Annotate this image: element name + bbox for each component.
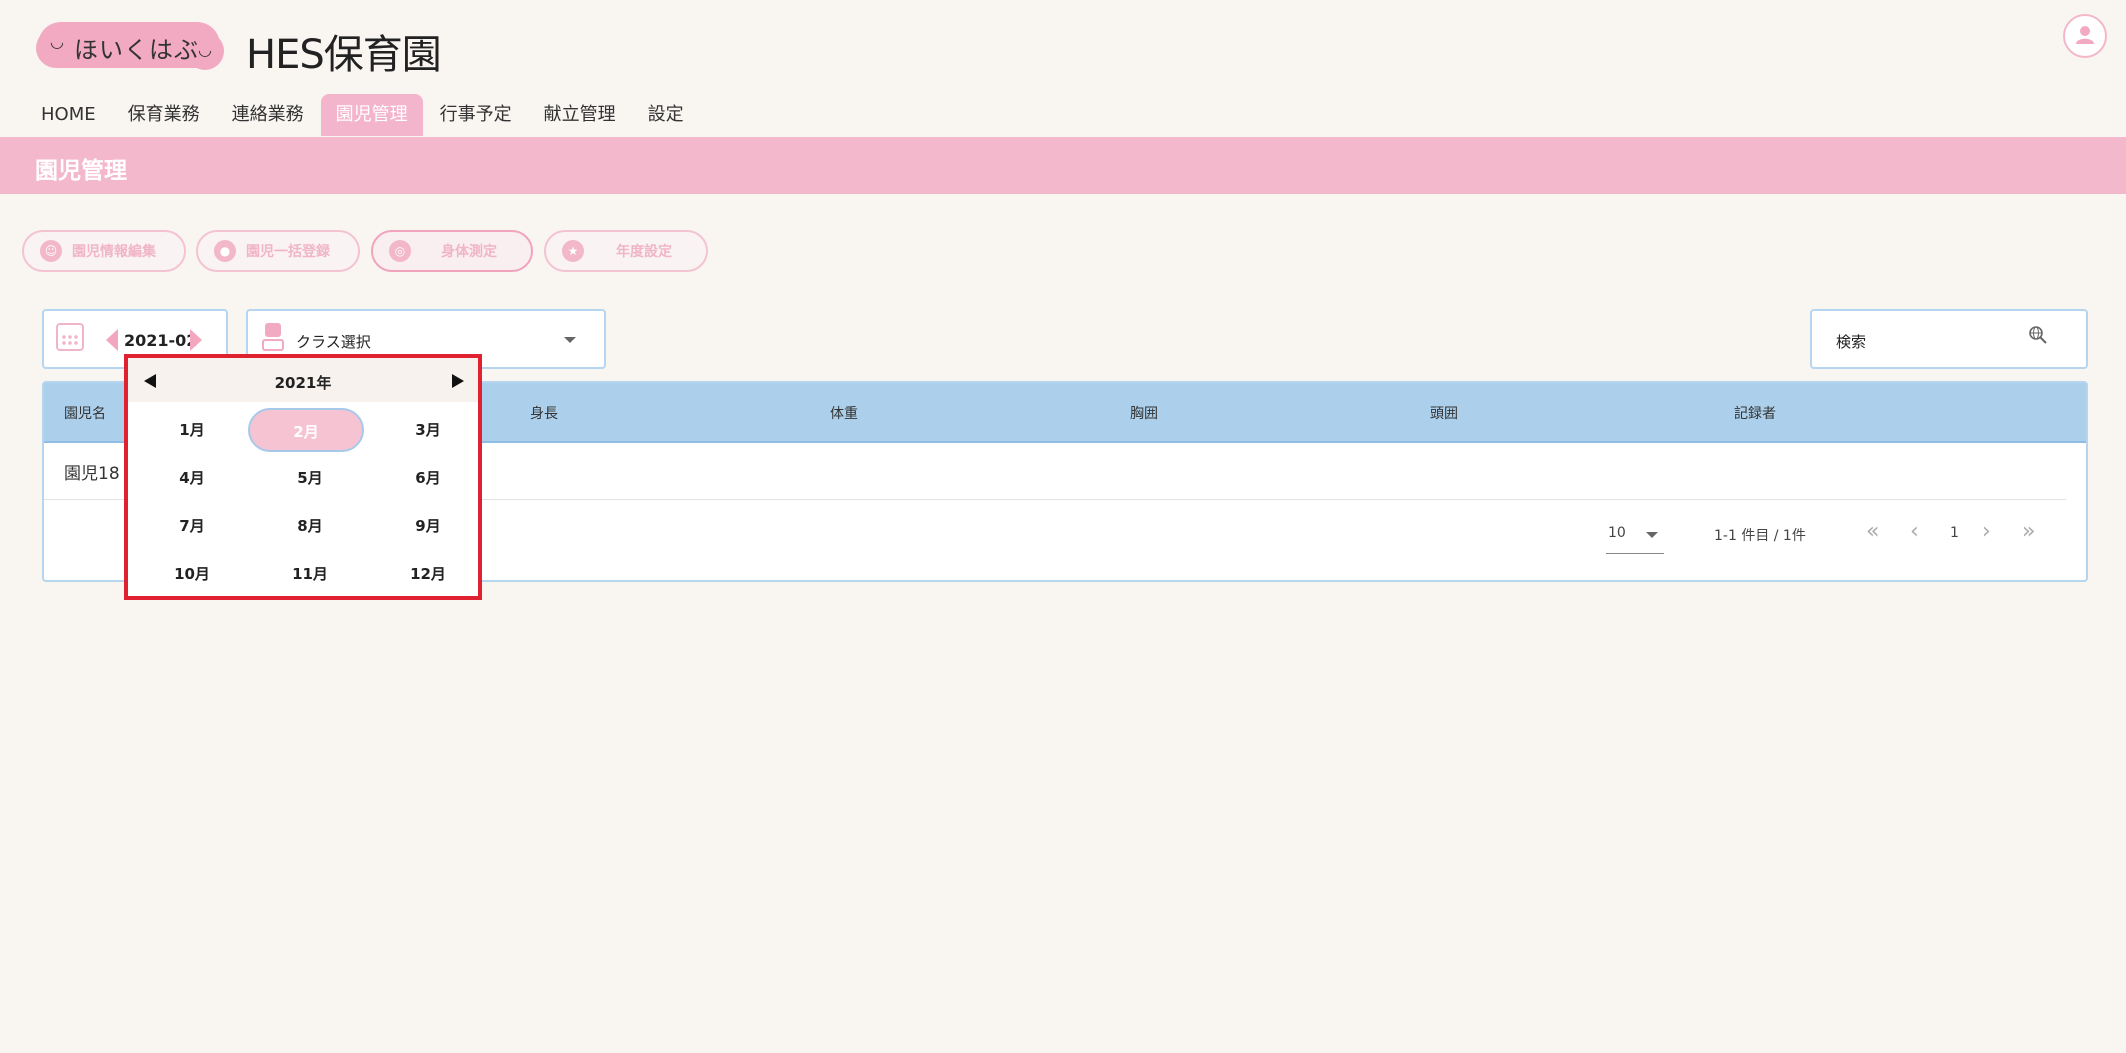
edit-child-info-button[interactable]: ☺ 園児情報編集 bbox=[22, 230, 186, 272]
group-icon: ● bbox=[214, 240, 236, 262]
next-month-arrow-icon[interactable] bbox=[190, 329, 202, 351]
fiscal-year-setting-button[interactable]: ★ 年度設定 bbox=[544, 230, 708, 272]
month-option[interactable]: 3月 bbox=[370, 408, 486, 452]
month-value: 2021-02 bbox=[124, 331, 198, 350]
month-option[interactable]: 11月 bbox=[252, 552, 368, 596]
site-title: HES保育園 bbox=[246, 32, 442, 78]
last-page-icon[interactable]: » bbox=[2022, 519, 2035, 544]
logo-text: ほいくはぶ bbox=[74, 36, 199, 64]
main-nav: HOME 保育業務 連絡業務 園児管理 行事予定 献立管理 設定 bbox=[26, 94, 701, 136]
search-input[interactable]: 検索 bbox=[1836, 331, 1866, 352]
button-label: 園児一括登録 bbox=[246, 244, 330, 260]
chevron-down-icon[interactable] bbox=[1646, 532, 1658, 538]
nav-settings[interactable]: 設定 bbox=[633, 94, 699, 136]
child-face-icon: ☺ bbox=[40, 240, 62, 262]
prev-page-icon[interactable]: ‹ bbox=[1910, 519, 1919, 544]
class-icon bbox=[262, 323, 284, 353]
nav-menu-management[interactable]: 献立管理 bbox=[529, 94, 631, 136]
month-option[interactable]: 7月 bbox=[134, 504, 250, 548]
search-box[interactable]: 検索 bbox=[1810, 309, 2088, 369]
nav-child-management[interactable]: 園児管理 bbox=[320, 94, 423, 136]
column-header: 記録者 bbox=[1734, 406, 1776, 422]
month-option[interactable]: 12月 bbox=[370, 552, 486, 596]
next-year-icon[interactable] bbox=[452, 374, 464, 388]
month-option[interactable]: 9月 bbox=[370, 504, 486, 548]
next-page-icon[interactable]: › bbox=[1982, 519, 1991, 544]
month-picker-popup: 2021年 1月 2月 3月 4月 5月 6月 7月 8月 9月 10月 11月… bbox=[124, 354, 482, 600]
column-header: 頭囲 bbox=[1430, 406, 1458, 422]
month-option[interactable]: 10月 bbox=[134, 552, 250, 596]
table-row[interactable]: 園児18 bbox=[64, 459, 120, 484]
month-option[interactable]: 5月 bbox=[252, 456, 368, 500]
nav-contact-work[interactable]: 連絡業務 bbox=[217, 94, 319, 136]
user-icon bbox=[2076, 26, 2094, 44]
body-measurement-button[interactable]: ◎ 身体測定 bbox=[371, 230, 533, 272]
nav-events[interactable]: 行事予定 bbox=[425, 94, 527, 136]
per-page-underline bbox=[1606, 553, 1664, 554]
smile-icon: ◡ bbox=[198, 40, 212, 59]
bulk-register-button[interactable]: ● 園児一括登録 bbox=[196, 230, 360, 272]
prev-month-arrow-icon[interactable] bbox=[106, 329, 118, 351]
user-avatar-button[interactable] bbox=[2063, 14, 2107, 58]
calendar-icon bbox=[56, 323, 84, 351]
measure-icon: ◎ bbox=[389, 240, 411, 262]
month-option[interactable]: 6月 bbox=[370, 456, 486, 500]
button-label: 年度設定 bbox=[616, 244, 672, 260]
month-option-selected[interactable]: 2月 bbox=[248, 408, 364, 452]
nav-home[interactable]: HOME bbox=[26, 94, 111, 136]
app-logo: ◡ ほいくはぶ ◡ bbox=[36, 22, 224, 70]
column-header: 胸囲 bbox=[1130, 406, 1158, 422]
column-header: 身長 bbox=[530, 406, 558, 422]
page-title: 園児管理 bbox=[35, 158, 127, 184]
month-picker-header: 2021年 bbox=[128, 358, 478, 402]
star-icon: ★ bbox=[562, 240, 584, 262]
search-icon[interactable] bbox=[2028, 325, 2048, 345]
per-page-select[interactable]: 10 bbox=[1608, 525, 1626, 541]
column-header: 園児名 bbox=[64, 406, 106, 422]
page-banner: 園児管理 bbox=[0, 137, 2126, 194]
smile-icon: ◡ bbox=[50, 32, 64, 51]
month-option[interactable]: 8月 bbox=[252, 504, 368, 548]
month-option[interactable]: 4月 bbox=[134, 456, 250, 500]
current-page: 1 bbox=[1950, 525, 1959, 541]
button-label: 園児情報編集 bbox=[72, 244, 156, 260]
nav-childcare-work[interactable]: 保育業務 bbox=[113, 94, 215, 136]
page-range-text: 1-1 件目 / 1件 bbox=[1714, 528, 1806, 544]
class-select-value: クラス選択 bbox=[296, 333, 371, 351]
chevron-down-icon bbox=[564, 337, 576, 343]
month-picker-year: 2021年 bbox=[274, 374, 332, 392]
column-header: 体重 bbox=[830, 406, 858, 422]
button-label: 身体測定 bbox=[441, 244, 497, 260]
first-page-icon[interactable]: « bbox=[1866, 519, 1879, 544]
month-option[interactable]: 1月 bbox=[134, 408, 250, 452]
